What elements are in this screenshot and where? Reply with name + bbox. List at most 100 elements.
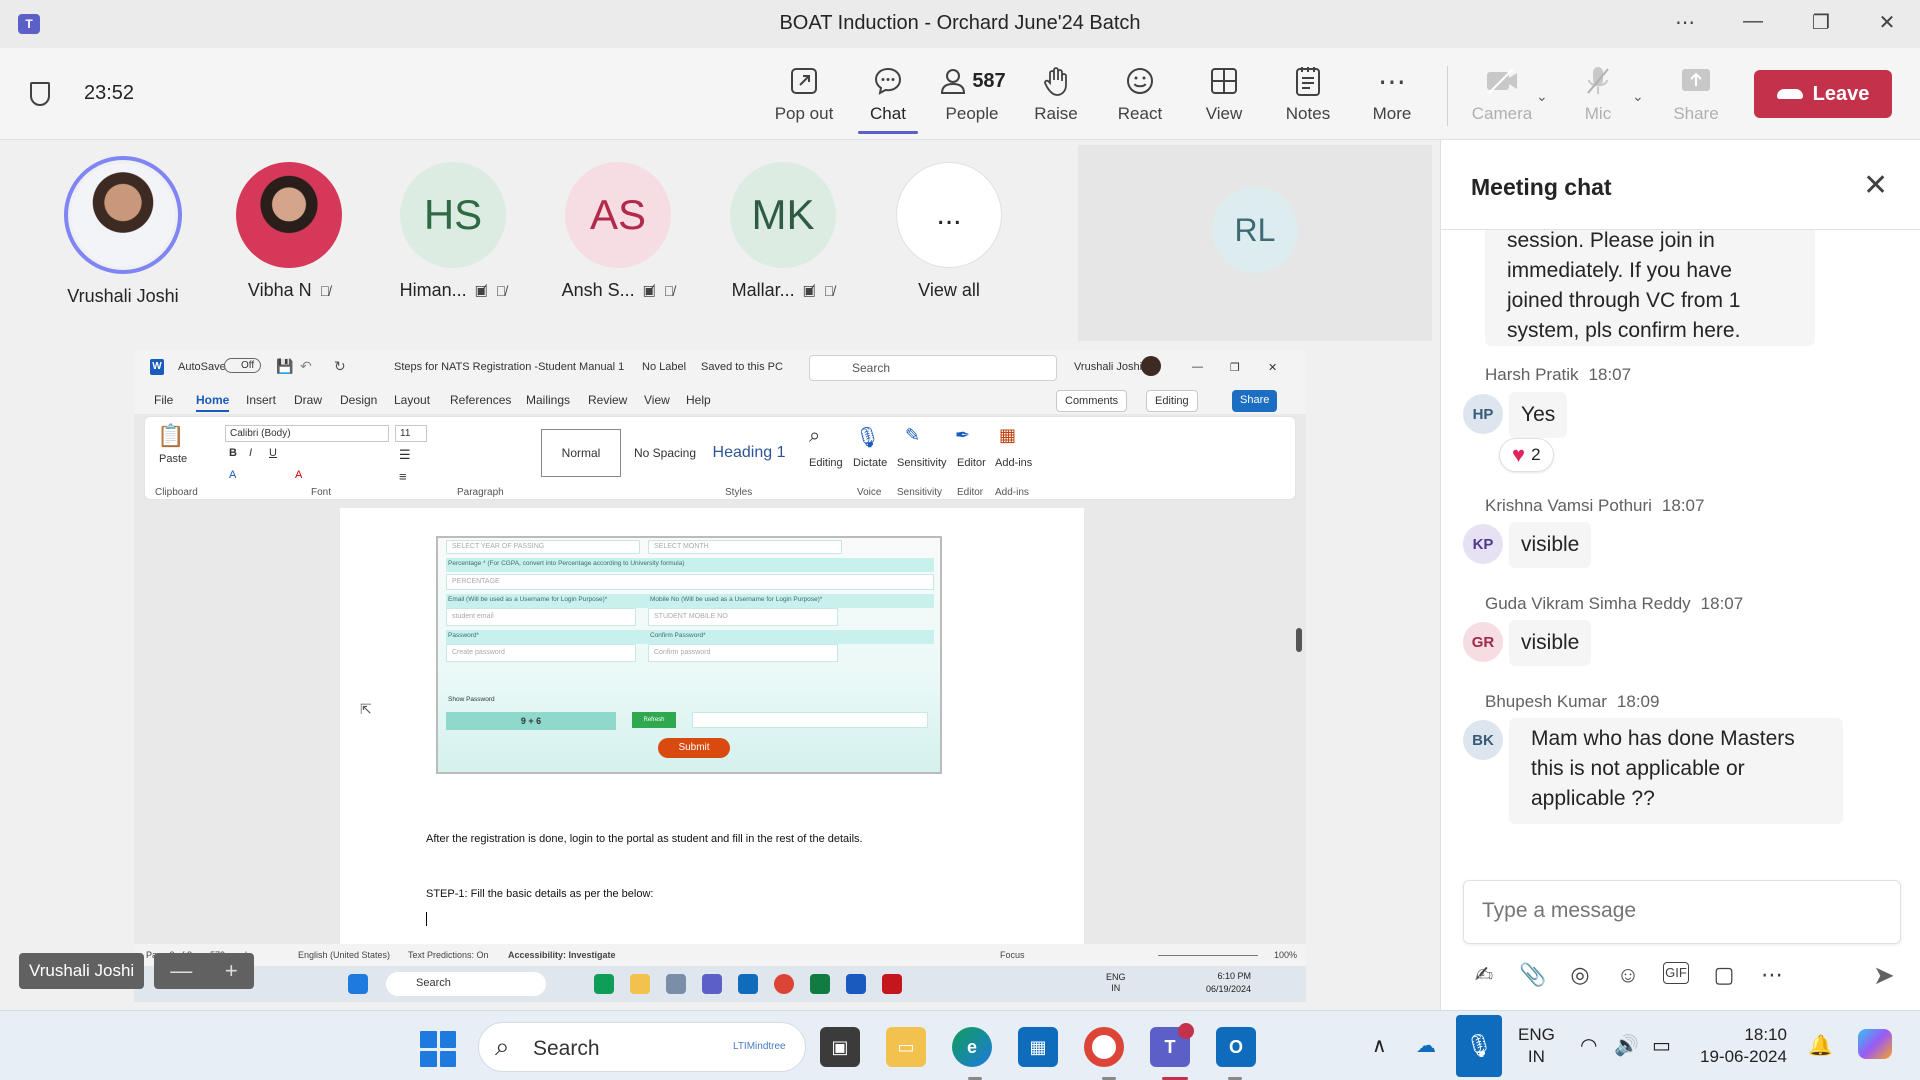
- show-hidden-icons-icon[interactable]: ∧: [1372, 1033, 1387, 1058]
- sensitivity-icon[interactable]: ✎: [905, 425, 920, 446]
- participant-tile-himan[interactable]: HS Himan... ▣̸ 🎙̸: [388, 162, 518, 301]
- format-icon[interactable]: ✍: [1471, 962, 1497, 1002]
- sticker-icon[interactable]: ▢: [1711, 962, 1737, 1002]
- chrome-icon[interactable]: [1084, 1027, 1124, 1067]
- word-close-icon[interactable]: ✕: [1268, 361, 1277, 374]
- onedrive-icon[interactable]: ☁: [1416, 1033, 1436, 1058]
- camera-options-chevron-icon[interactable]: ⌄: [1536, 88, 1548, 105]
- notification-bell-icon[interactable]: 🔔: [1808, 1033, 1833, 1058]
- font-color-icon[interactable]: A: [295, 469, 302, 481]
- participant-video-tile[interactable]: RL: [1078, 145, 1432, 341]
- dictate-mic-icon[interactable]: 🎙: [855, 425, 880, 450]
- search-icon[interactable]: ⌕: [809, 425, 820, 448]
- mic-button[interactable]: Mic: [1558, 62, 1638, 124]
- italic-icon[interactable]: I: [249, 447, 252, 459]
- people-button[interactable]: 587 People: [932, 62, 1012, 124]
- zoom-out-icon[interactable]: —: [170, 958, 192, 984]
- align-left-icon[interactable]: ≡: [399, 469, 407, 484]
- restore-icon[interactable]: ❐: [1806, 10, 1836, 35]
- menu-file[interactable]: File: [154, 393, 173, 407]
- edge-icon[interactable]: e: [952, 1027, 992, 1067]
- menu-insert[interactable]: Insert: [246, 393, 276, 407]
- file-explorer-icon[interactable]: ▭: [886, 1027, 926, 1067]
- share-button[interactable]: Share: [1656, 62, 1736, 124]
- style-normal[interactable]: Normal: [541, 429, 621, 477]
- text-effects-icon[interactable]: A: [229, 469, 236, 481]
- message-compose-box[interactable]: [1463, 880, 1901, 944]
- outlook-icon[interactable]: O: [1216, 1027, 1256, 1067]
- document-page[interactable]: SELECT YEAR OF PASSING SELECT MONTH Perc…: [340, 508, 1084, 978]
- menu-references[interactable]: References: [450, 393, 511, 407]
- add-ins-icon[interactable]: ▦: [999, 425, 1016, 446]
- menu-review[interactable]: Review: [588, 393, 627, 407]
- zoom-in-icon[interactable]: +: [225, 958, 238, 984]
- underline-icon[interactable]: U: [269, 447, 277, 459]
- style-no-spacing[interactable]: No Spacing: [623, 429, 707, 477]
- font-size-select[interactable]: 11: [395, 425, 427, 442]
- menu-layout[interactable]: Layout: [394, 393, 430, 407]
- windows-start-icon[interactable]: [420, 1031, 456, 1067]
- send-icon[interactable]: ➤: [1873, 960, 1895, 991]
- participant-tile-vrushali[interactable]: Vrushali Joshi: [58, 156, 188, 307]
- zoom-slider[interactable]: [1158, 955, 1258, 956]
- bullets-icon[interactable]: ☰: [399, 447, 411, 463]
- word-search-input[interactable]: Search: [809, 355, 1057, 381]
- message-input[interactable]: [1464, 881, 1900, 941]
- store-icon[interactable]: ▦: [1018, 1027, 1058, 1067]
- volume-icon[interactable]: 🔊: [1614, 1033, 1639, 1058]
- view-button[interactable]: View: [1184, 62, 1264, 124]
- loop-icon[interactable]: ◎: [1567, 962, 1593, 1002]
- more-options-icon[interactable]: ⋯: [1759, 962, 1785, 1002]
- menu-home[interactable]: Home: [196, 393, 230, 412]
- attach-icon[interactable]: 📎: [1519, 962, 1546, 1002]
- participant-tile-mallar[interactable]: MK Mallar... ▣̸ 🎙̸: [718, 162, 848, 301]
- menu-design[interactable]: Design: [340, 393, 377, 407]
- font-name-select[interactable]: Calibri (Body): [225, 425, 389, 442]
- document-scrollbar[interactable]: [1294, 508, 1304, 978]
- task-view-icon[interactable]: ▣: [820, 1027, 860, 1067]
- more-button[interactable]: ⋯ More: [1352, 62, 1432, 124]
- paste-icon[interactable]: 📋: [157, 423, 184, 449]
- user-avatar[interactable]: [1141, 356, 1161, 376]
- raise-hand-button[interactable]: Raise: [1016, 62, 1096, 124]
- camera-button[interactable]: Camera: [1462, 62, 1542, 124]
- participant-tile-ansh[interactable]: AS Ansh S... ▣̸ 🎙̸: [553, 162, 683, 301]
- notes-button[interactable]: Notes: [1268, 62, 1348, 124]
- gif-icon[interactable]: GIF: [1663, 962, 1689, 984]
- word-share-button[interactable]: Share: [1232, 390, 1278, 412]
- bold-icon[interactable]: B: [229, 447, 237, 459]
- copilot-icon[interactable]: [1858, 1029, 1892, 1059]
- menu-view[interactable]: View: [644, 393, 670, 407]
- menu-draw[interactable]: Draw: [294, 393, 322, 407]
- more-options-icon[interactable]: ⋯: [1670, 10, 1700, 35]
- redo-icon[interactable]: ↻: [334, 358, 346, 375]
- battery-icon[interactable]: ▭: [1652, 1033, 1671, 1058]
- editing-mode-button[interactable]: Editing: [1146, 390, 1198, 412]
- comments-button[interactable]: Comments: [1056, 390, 1128, 412]
- view-all-button[interactable]: ... View all: [884, 162, 1014, 301]
- close-icon[interactable]: ✕: [1863, 168, 1888, 203]
- word-minimize-icon[interactable]: —: [1192, 361, 1203, 373]
- word-restore-icon[interactable]: ❐: [1230, 361, 1240, 374]
- menu-mailings[interactable]: Mailings: [526, 393, 570, 407]
- participant-tile-vibha[interactable]: Vibha N 🎙̸: [224, 162, 354, 301]
- menu-help[interactable]: Help: [686, 393, 711, 407]
- close-window-icon[interactable]: ✕: [1872, 10, 1902, 35]
- mic-in-use-icon[interactable]: 🎙: [1456, 1015, 1502, 1077]
- wifi-icon[interactable]: ◠: [1580, 1033, 1597, 1058]
- system-clock[interactable]: 18:10 19-06-2024: [1700, 1024, 1787, 1068]
- emoji-icon[interactable]: ☺: [1615, 962, 1641, 1002]
- pop-out-button[interactable]: Pop out: [764, 62, 844, 124]
- autosave-toggle[interactable]: Off: [224, 358, 262, 373]
- minimize-icon[interactable]: —: [1738, 10, 1768, 33]
- save-icon[interactable]: 💾: [276, 358, 293, 375]
- style-heading-1[interactable]: Heading 1: [707, 429, 791, 477]
- chat-button[interactable]: Chat: [848, 62, 928, 134]
- undo-icon[interactable]: ↶: [300, 358, 312, 375]
- heart-reaction[interactable]: ♥ 2: [1499, 438, 1554, 472]
- taskbar-search-box[interactable]: ⌕ Search LTIMindtree: [478, 1022, 806, 1072]
- mic-options-chevron-icon[interactable]: ⌄: [1632, 88, 1644, 105]
- leave-button[interactable]: Leave: [1754, 70, 1892, 118]
- editor-pen-icon[interactable]: ✒: [955, 425, 970, 446]
- language-indicator[interactable]: ENG IN: [1518, 1024, 1555, 1068]
